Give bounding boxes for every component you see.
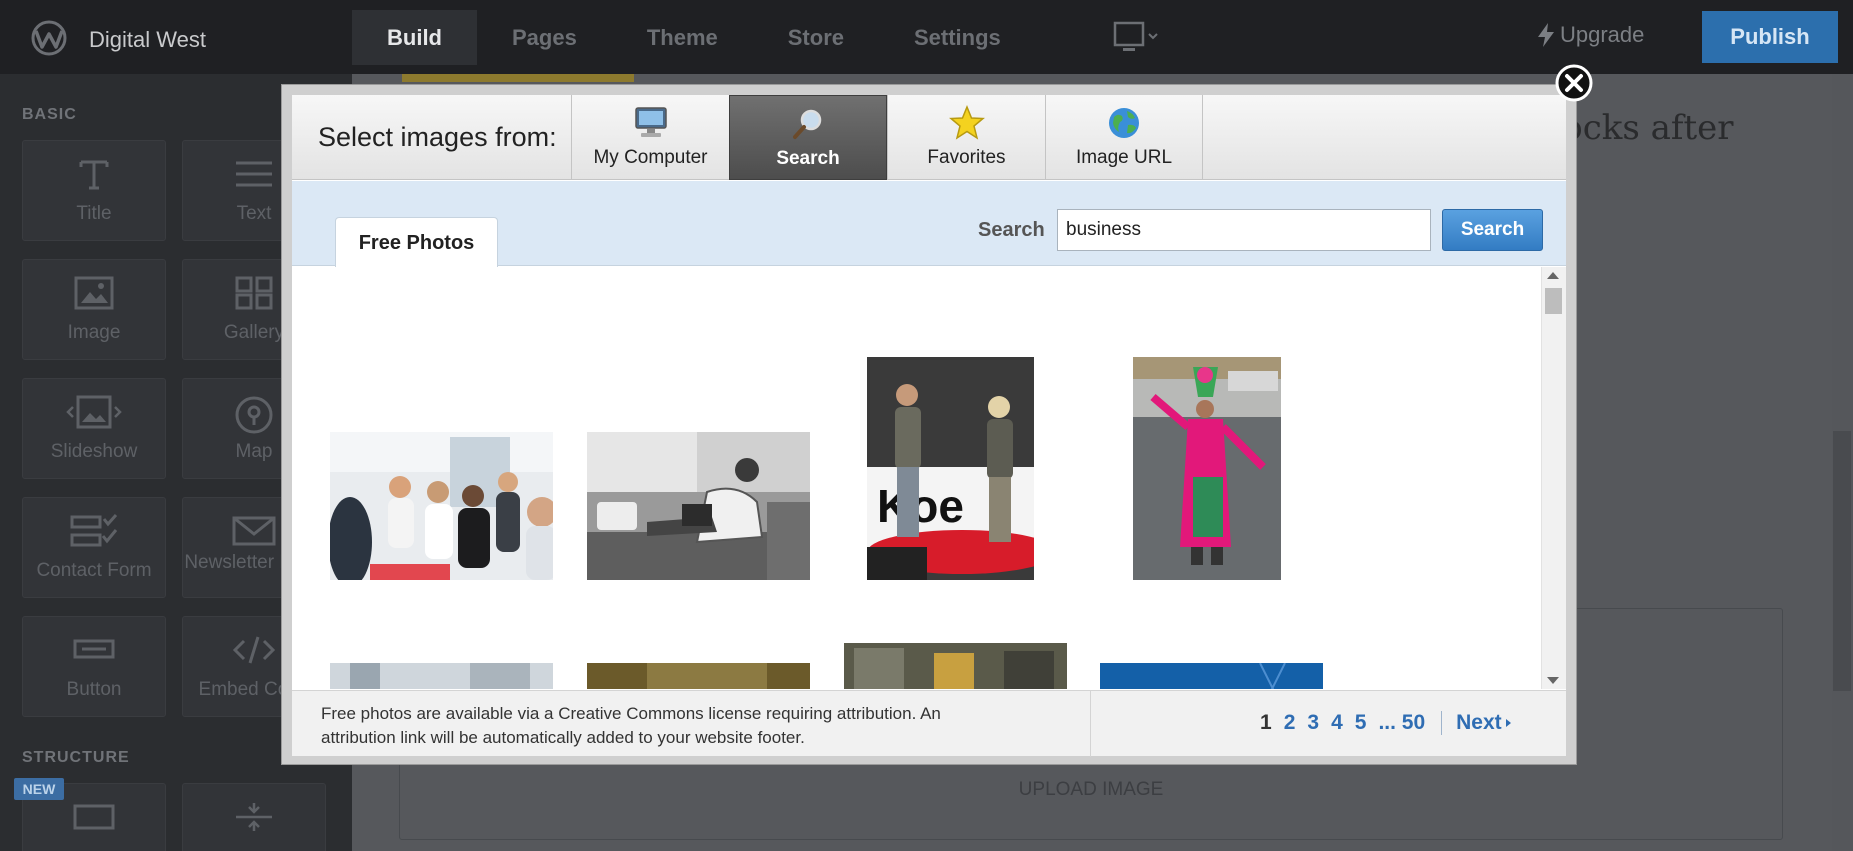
nav-store[interactable]: Store [753,10,879,65]
publish-button[interactable]: Publish [1702,11,1838,63]
footer-divider [1090,691,1091,757]
section-box-icon [73,804,115,830]
page-2[interactable]: 2 [1284,711,1296,735]
tile-slideshow[interactable]: Slideshow [22,378,166,479]
nav-build[interactable]: Build [352,10,477,65]
new-badge: NEW [14,778,64,800]
pagination: 1 2 3 4 5 ... 50 Next [1260,711,1514,735]
magnifier-icon [793,109,822,139]
page-5[interactable]: 5 [1355,711,1367,735]
tile-image[interactable]: Image [22,259,166,360]
button-icon [73,639,115,659]
photo-thumbnail[interactable] [330,432,553,580]
source-tab-favorites[interactable]: Favorites [887,95,1045,180]
tile-contact-form[interactable]: Contact Form [22,497,166,598]
tile-button[interactable]: Button [22,616,166,717]
photo-thumbnail[interactable] [587,663,810,689]
next-page-link[interactable]: Next [1456,711,1514,735]
nav-theme[interactable]: Theme [612,10,753,65]
tile-label: Image [67,322,121,343]
source-tab-label: Image URL [1075,147,1173,168]
title-t-icon [79,160,109,190]
source-tab-label: My Computer [593,147,708,168]
section-label-structure: STRUCTURE [22,749,130,766]
device-preview-icon[interactable] [1113,21,1159,55]
top-bar: Digital West Build Pages Theme Store Set… [0,0,1853,74]
site-logo-icon[interactable] [26,20,72,56]
tile-label: Title [76,203,112,224]
tile-label: Button [66,679,122,700]
divider-icon [236,803,272,831]
photo-thumbnail[interactable]: Koe [867,357,1034,580]
source-tab-my-computer[interactable]: My Computer [571,95,729,180]
next-label: Next [1456,711,1502,734]
computer-icon [634,107,667,137]
image-source-bar: Select images from: My Computer Search F… [292,95,1566,180]
main-nav: Build Pages Theme Store Settings [352,10,1036,65]
search-button[interactable]: Search [1442,209,1543,251]
globe-icon [1109,108,1139,138]
nav-settings[interactable]: Settings [879,10,1036,65]
editor-scrollbar-thumb[interactable] [1833,431,1851,691]
results-scrollbar[interactable] [1541,267,1566,689]
search-field-label: Search [978,219,1045,241]
attribution-note: Free photos are available via a Creative… [321,704,941,747]
lightning-icon [1538,23,1554,47]
photo-thumbnail[interactable] [330,663,553,689]
modal-footer: Free photos are available via a Creative… [292,690,1566,757]
image-picker-modal: Select images from: My Computer Search F… [281,84,1577,765]
text-lines-icon [236,161,272,187]
star-icon [948,105,985,140]
map-pin-icon [235,396,273,434]
editor-accent-bar [402,74,634,82]
search-input[interactable] [1057,209,1431,251]
source-tab-label: Favorites [927,147,1006,168]
code-icon [232,636,276,664]
tab-free-photos[interactable]: Free Photos [335,217,498,267]
photo-thumbnail[interactable] [1133,357,1281,580]
results-scrollbar-thumb[interactable] [1545,288,1562,314]
upgrade-label: Upgrade [1560,22,1645,47]
gallery-grid-icon [235,276,273,310]
search-band: Free Photos Search Search [292,181,1566,267]
tile-divider[interactable] [182,783,326,851]
nav-pages[interactable]: Pages [477,10,612,65]
image-icon [74,276,114,310]
next-arrow-icon [1505,719,1511,727]
pager-separator [1441,711,1443,735]
photo-thumbnail[interactable] [1100,663,1323,689]
page-3[interactable]: 3 [1307,711,1319,735]
svg-text:Koe: Koe [877,480,964,532]
select-images-label: Select images from: [318,122,557,152]
tile-label: Contact Form [36,560,152,581]
photo-thumbnail[interactable] [587,432,810,580]
envelope-icon [232,516,276,546]
page-last[interactable]: ... 50 [1378,711,1425,735]
upload-image-label: UPLOAD IMAGE [1018,779,1164,800]
contact-form-icon [70,514,118,547]
section-label-basic: BASIC [22,106,77,123]
site-name[interactable]: Digital West [89,27,206,53]
scroll-down-arrow-icon[interactable] [1547,677,1559,684]
photo-results-grid: Koe [292,267,1566,689]
source-tab-label: Search [776,148,840,169]
source-tab-image-url[interactable]: Image URL [1045,95,1203,180]
page-1: 1 [1260,711,1272,734]
tile-label: Slideshow [50,441,138,462]
tile-title[interactable]: Title [22,140,166,241]
modal-body: Select images from: My Computer Search F… [292,95,1566,757]
upgrade-link[interactable]: Upgrade [1536,22,1644,48]
slideshow-icon [66,395,122,429]
close-modal-icon[interactable] [1555,64,1593,102]
scroll-up-arrow-icon[interactable] [1547,272,1559,279]
page-4[interactable]: 4 [1331,711,1343,735]
source-tab-search[interactable]: Search [729,95,887,180]
photo-thumbnail[interactable] [844,643,1067,689]
